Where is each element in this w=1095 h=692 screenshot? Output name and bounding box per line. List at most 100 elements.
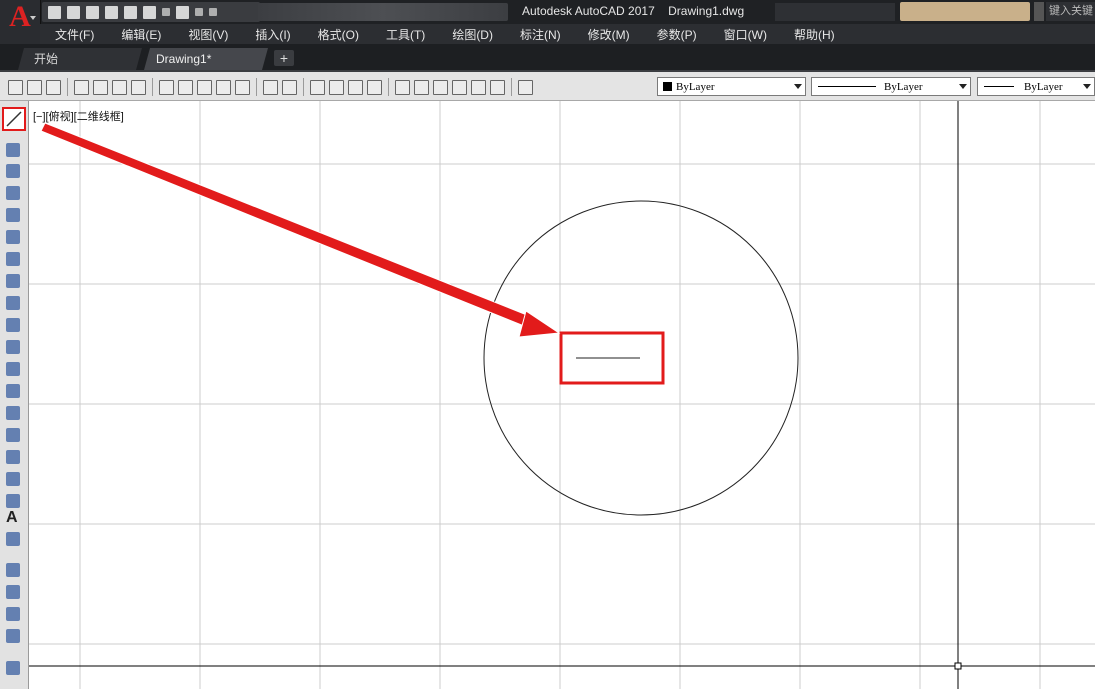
menu-item-4[interactable]: 格式(O) xyxy=(303,26,371,43)
open-icon[interactable] xyxy=(67,5,80,19)
application-menu-button[interactable]: A xyxy=(0,0,41,44)
polyline-icon[interactable] xyxy=(6,164,20,178)
redo-dropdown-icon[interactable] xyxy=(195,8,203,16)
properties-icon[interactable] xyxy=(395,79,410,95)
copy-icon[interactable] xyxy=(178,79,193,95)
menu-item-3[interactable]: 插入(I) xyxy=(240,26,302,43)
block-editor-icon[interactable] xyxy=(235,79,250,95)
hatch-icon[interactable] xyxy=(6,428,20,442)
point-icon[interactable] xyxy=(6,406,20,420)
separator xyxy=(388,78,389,96)
print-icon[interactable] xyxy=(74,79,89,95)
tool-palettes-icon[interactable] xyxy=(433,79,448,95)
add-selected-icon[interactable] xyxy=(6,532,20,546)
table-icon[interactable] xyxy=(6,494,20,508)
undo-icon[interactable] xyxy=(143,5,156,19)
blurred-region-2 xyxy=(775,3,895,21)
multiline-text-icon[interactable]: A xyxy=(6,510,18,526)
layer-states-icon[interactable] xyxy=(6,585,20,599)
pan-icon[interactable] xyxy=(310,79,325,95)
tab-start[interactable]: 开始 xyxy=(18,48,142,70)
gradient-icon[interactable] xyxy=(6,450,20,464)
construction-line-icon[interactable] xyxy=(6,143,20,157)
layer-isolate-icon[interactable] xyxy=(6,629,20,643)
make-block-icon[interactable] xyxy=(6,384,20,398)
menu-item-10[interactable]: 窗口(W) xyxy=(709,26,779,43)
menu-item-5[interactable]: 工具(T) xyxy=(371,26,437,43)
spline-icon[interactable] xyxy=(6,296,20,310)
line-tool-button[interactable] xyxy=(2,107,26,131)
paste-icon[interactable] xyxy=(197,79,212,95)
calculator-icon[interactable] xyxy=(490,79,505,95)
arc-icon[interactable] xyxy=(6,230,20,244)
menu-item-9[interactable]: 参数(P) xyxy=(642,26,709,43)
match-properties-icon[interactable] xyxy=(216,79,231,95)
lineweight-dropdown[interactable]: ByLayer xyxy=(977,77,1095,96)
3d-print-icon[interactable] xyxy=(131,79,146,95)
undo-dropdown-icon[interactable] xyxy=(162,8,170,16)
sheet-set-icon[interactable] xyxy=(452,79,467,95)
drawn-circle[interactable] xyxy=(483,200,799,516)
standard-toolbar: ByLayer ByLayer ByLayer xyxy=(0,72,1095,101)
search-box[interactable] xyxy=(900,2,1030,21)
menu-item-1[interactable]: 编辑(E) xyxy=(106,26,173,43)
linetype-dropdown[interactable]: ByLayer xyxy=(811,77,971,96)
new-icon[interactable] xyxy=(8,79,23,95)
save-as-icon[interactable] xyxy=(105,5,118,19)
search-dropdown[interactable] xyxy=(1034,2,1044,21)
menu-item-2[interactable]: 视图(V) xyxy=(173,26,240,43)
open-icon[interactable] xyxy=(27,79,42,95)
customize-qat-icon[interactable] xyxy=(209,8,217,16)
revision-cloud-icon[interactable] xyxy=(6,274,20,288)
menu-item-8[interactable]: 修改(M) xyxy=(573,26,642,43)
help-icon[interactable] xyxy=(518,79,533,95)
menu-bar: 文件(F) 编辑(E) 视图(V) 插入(I) 格式(O) 工具(T) 绘图(D) 标注(N)… xyxy=(40,24,1095,44)
quick-access-toolbar xyxy=(42,2,260,22)
color-value: ByLayer xyxy=(676,80,715,93)
multileader-icon[interactable] xyxy=(6,661,20,675)
rectangle-icon[interactable] xyxy=(6,208,20,222)
insert-block-icon[interactable] xyxy=(6,362,20,376)
polygon-icon[interactable] xyxy=(6,186,20,200)
drawing-canvas[interactable] xyxy=(29,101,1095,689)
new-tab-button[interactable]: + xyxy=(274,50,294,66)
ellipse-arc-icon[interactable] xyxy=(6,340,20,354)
tab-drawing1[interactable]: Drawing1* xyxy=(144,48,268,70)
layer-icon[interactable] xyxy=(6,563,20,577)
save-icon[interactable] xyxy=(86,5,99,19)
drawing-area[interactable] xyxy=(29,101,1095,689)
file-tab-bar: 开始 Drawing1* xyxy=(0,44,1095,72)
redo-icon[interactable] xyxy=(176,5,189,19)
menu-item-0[interactable]: 文件(F) xyxy=(40,26,106,43)
app-title: Autodesk AutoCAD 2017 xyxy=(522,4,655,18)
plot-preview-icon[interactable] xyxy=(93,79,108,95)
search-input[interactable]: 键入关键 xyxy=(1046,2,1095,21)
separator xyxy=(152,78,153,96)
file-title: Drawing1.dwg xyxy=(668,4,745,18)
separator xyxy=(256,78,257,96)
undo-icon[interactable] xyxy=(263,79,278,95)
design-center-icon[interactable] xyxy=(414,79,429,95)
menu-item-11[interactable]: 帮助(H) xyxy=(779,26,847,43)
zoom-previous-icon[interactable] xyxy=(367,79,382,95)
menu-item-6[interactable]: 绘图(D) xyxy=(437,26,505,43)
annotation-arrow xyxy=(40,122,561,338)
print-icon[interactable] xyxy=(124,5,137,19)
publish-icon[interactable] xyxy=(112,79,127,95)
layer-previous-icon[interactable] xyxy=(6,607,20,621)
color-dropdown[interactable]: ByLayer xyxy=(657,77,806,96)
viewport-label[interactable]: [−][俯视][二维线框] xyxy=(33,108,124,124)
redo-icon[interactable] xyxy=(282,79,297,95)
zoom-realtime-icon[interactable] xyxy=(329,79,344,95)
zoom-window-icon[interactable] xyxy=(348,79,363,95)
chevron-down-icon xyxy=(30,16,36,20)
ellipse-icon[interactable] xyxy=(6,318,20,332)
new-icon[interactable] xyxy=(48,5,61,19)
region-icon[interactable] xyxy=(6,472,20,486)
menu-item-7[interactable]: 标注(N) xyxy=(505,26,573,43)
color-swatch xyxy=(663,82,672,91)
save-icon[interactable] xyxy=(46,79,61,95)
circle-icon[interactable] xyxy=(6,252,20,266)
markup-icon[interactable] xyxy=(471,79,486,95)
cut-icon[interactable] xyxy=(159,79,174,95)
